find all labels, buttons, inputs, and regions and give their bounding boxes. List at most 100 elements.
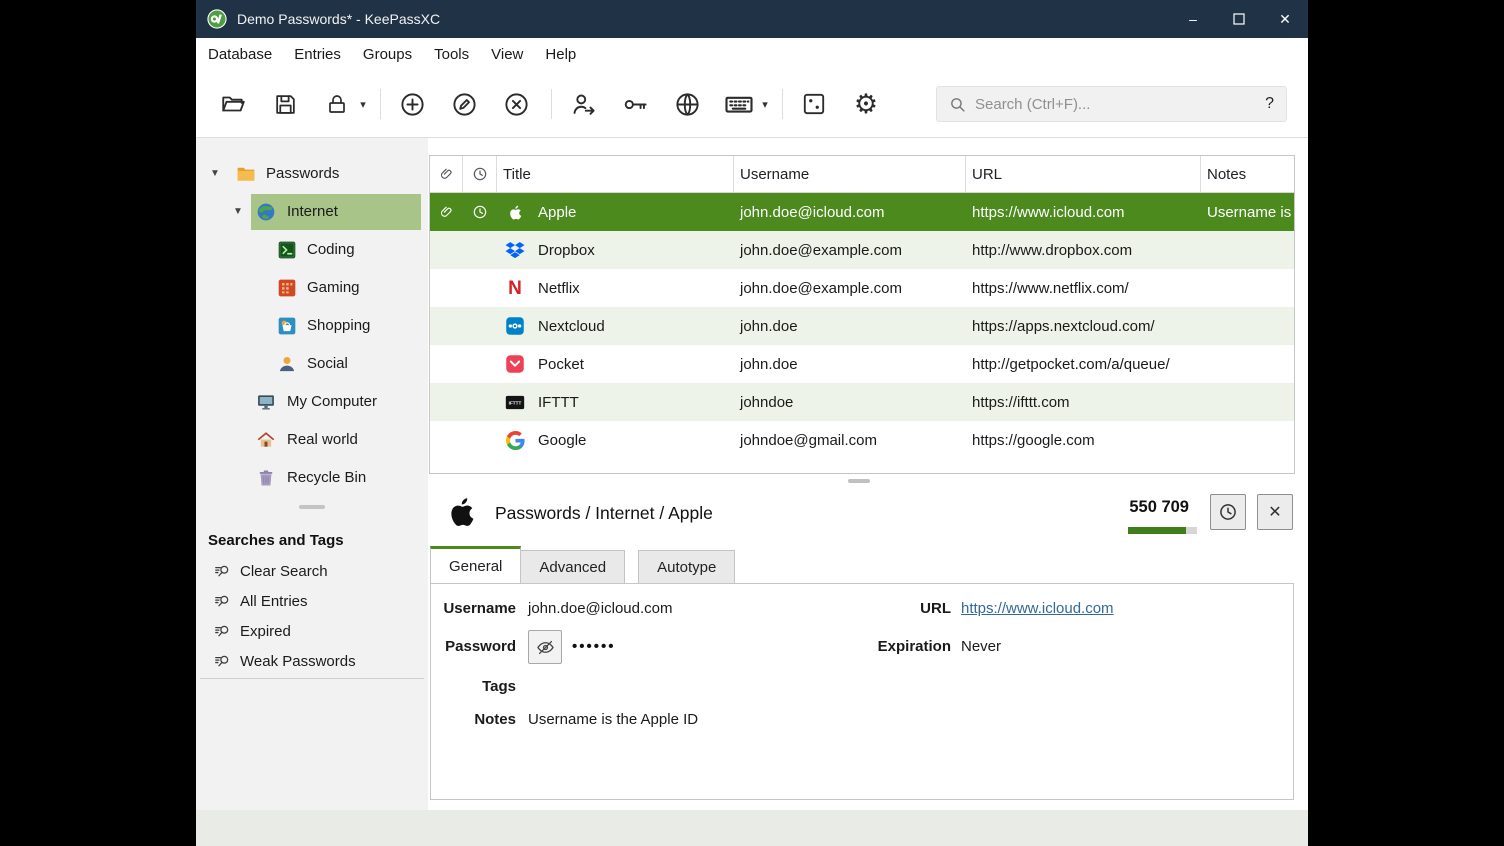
- password-generator-button[interactable]: [795, 84, 833, 124]
- saved-searches-list: Clear Search All Entries Expired Weak Pa…: [196, 557, 428, 677]
- tab-advanced[interactable]: Advanced: [520, 550, 625, 583]
- search-item-all-entries[interactable]: All Entries: [196, 587, 428, 617]
- table-row-ifttt[interactable]: IFTTT IFTTT johndoe https://ifttt.com: [430, 383, 1294, 421]
- add-entry-button[interactable]: [393, 84, 431, 124]
- shopping-icon: [277, 316, 297, 336]
- detail-tabs: General Advanced Autotype: [430, 547, 734, 583]
- menu-view[interactable]: View: [480, 38, 534, 71]
- sidebar-divider: [200, 678, 424, 679]
- panel-splitter-handle[interactable]: [848, 479, 870, 483]
- table-row-netflix[interactable]: N Netflix john.doe@example.com https://w…: [430, 269, 1294, 307]
- help-icon[interactable]: ?: [1265, 95, 1274, 113]
- table-row-pocket[interactable]: Pocket john.doe http://getpocket.com/a/q…: [430, 345, 1294, 383]
- delete-entry-icon: [503, 91, 530, 118]
- window-title: Demo Passwords* - KeePassXC: [237, 11, 440, 27]
- reveal-password-button[interactable]: [528, 630, 562, 664]
- minimize-button[interactable]: –: [1170, 0, 1216, 38]
- copy-password-icon: [622, 91, 649, 118]
- sidebar-item-recycle-bin[interactable]: Recycle Bin: [196, 459, 428, 497]
- tab-general[interactable]: General: [430, 546, 521, 583]
- titlebar: Demo Passwords* - KeePassXC – ✕: [196, 0, 1308, 38]
- url-link[interactable]: https://www.icloud.com: [961, 600, 1114, 617]
- attachment-cell: [430, 193, 463, 231]
- username-cell: johndoe@gmail.com: [734, 421, 966, 459]
- table-row-dropbox[interactable]: Dropbox john.doe@example.com http://www.…: [430, 231, 1294, 269]
- autotype-dropdown[interactable]: ▾: [758, 98, 772, 111]
- username-cell: john.doe@example.com: [734, 231, 966, 269]
- menu-entries[interactable]: Entries: [283, 38, 352, 71]
- search-input[interactable]: [975, 96, 1256, 113]
- open-database-button[interactable]: [214, 84, 252, 124]
- table-row-google[interactable]: Google johndoe@gmail.com https://google.…: [430, 421, 1294, 459]
- menu-groups[interactable]: Groups: [352, 38, 423, 71]
- notes-cell: [1201, 345, 1294, 383]
- lock-icon: [325, 92, 349, 116]
- sidebar-item-coding[interactable]: Coding: [196, 231, 428, 269]
- sidebar-item-my-computer[interactable]: My Computer: [196, 383, 428, 421]
- open-url-button[interactable]: [668, 84, 706, 124]
- url-cell: https://google.com: [966, 421, 1201, 459]
- history-button[interactable]: [1210, 494, 1246, 530]
- menu-database[interactable]: Database: [197, 38, 283, 71]
- header-username[interactable]: Username: [734, 156, 966, 192]
- search-item-clear-search[interactable]: Clear Search: [196, 557, 428, 587]
- table-row-nextcloud[interactable]: Nextcloud john.doe https://apps.nextclou…: [430, 307, 1294, 345]
- header-title[interactable]: Title: [497, 156, 734, 192]
- url-label: URL: [851, 600, 951, 617]
- delete-entry-button[interactable]: [497, 84, 535, 124]
- lock-database-button[interactable]: [318, 84, 356, 124]
- notes-cell: [1201, 421, 1294, 459]
- sidebar-item-gaming[interactable]: Gaming: [196, 269, 428, 307]
- close-button[interactable]: ✕: [1262, 0, 1308, 38]
- username-cell: john.doe@example.com: [734, 269, 966, 307]
- search-item-expired[interactable]: Expired: [196, 617, 428, 647]
- url-cell: http://www.dropbox.com: [966, 231, 1201, 269]
- pocket-icon: [505, 354, 525, 374]
- globe-icon: [674, 91, 701, 118]
- menu-help[interactable]: Help: [534, 38, 587, 71]
- header-expiry[interactable]: [463, 156, 497, 192]
- notes-label: Notes: [431, 711, 516, 728]
- expand-arrow-icon[interactable]: ▼: [210, 155, 220, 193]
- copy-password-button[interactable]: [616, 84, 654, 124]
- header-attachment[interactable]: [430, 156, 463, 192]
- content-area: ▼ Passwords ▼ Internet: [196, 138, 1308, 810]
- expand-arrow-icon[interactable]: ▼: [233, 193, 243, 231]
- password-label: Password: [431, 638, 516, 655]
- sidebar-item-internet[interactable]: ▼ Internet: [196, 193, 428, 231]
- tab-autotype[interactable]: Autotype: [638, 550, 735, 583]
- lock-dropdown[interactable]: ▾: [356, 98, 370, 111]
- notes-cell: [1201, 231, 1294, 269]
- progress-bar: [1128, 527, 1197, 534]
- header-notes[interactable]: Notes: [1201, 156, 1294, 192]
- copy-username-icon: [570, 91, 597, 118]
- entry-table: Title Username URL Notes: [429, 155, 1295, 474]
- edit-entry-button[interactable]: [445, 84, 483, 124]
- toolbar: ▾ ▾: [196, 71, 1308, 138]
- username-cell: john.doe@icloud.com: [734, 193, 966, 231]
- save-database-button[interactable]: [266, 84, 304, 124]
- gear-icon: ⚙: [854, 91, 878, 118]
- sidebar-item-real-world[interactable]: Real world: [196, 421, 428, 459]
- sidebar-item-shopping[interactable]: Shopping: [196, 307, 428, 345]
- autotype-button[interactable]: [720, 84, 758, 124]
- close-preview-button[interactable]: ✕: [1257, 494, 1293, 530]
- person-icon: [277, 354, 297, 374]
- maximize-button[interactable]: [1216, 0, 1262, 38]
- group-tree: ▼ Passwords ▼ Internet: [196, 155, 428, 497]
- url-cell: https://ifttt.com: [966, 383, 1201, 421]
- sidebar-splitter-handle[interactable]: [299, 505, 325, 509]
- expiration-value: Never: [961, 638, 1001, 655]
- settings-button[interactable]: ⚙: [847, 84, 885, 124]
- menubar: Database Entries Groups Tools View Help: [196, 38, 1308, 71]
- entry-preview: Username john.doe@icloud.com URL https:/…: [430, 583, 1294, 800]
- header-url[interactable]: URL: [966, 156, 1201, 192]
- dice-icon: [801, 91, 827, 117]
- table-row-apple[interactable]: Apple john.doe@icloud.com https://www.ic…: [430, 193, 1294, 231]
- sidebar-item-social[interactable]: Social: [196, 345, 428, 383]
- sidebar-item-passwords[interactable]: ▼ Passwords: [196, 155, 428, 193]
- menu-tools[interactable]: Tools: [423, 38, 480, 71]
- copy-username-button[interactable]: [564, 84, 602, 124]
- search-item-weak-passwords[interactable]: Weak Passwords: [196, 647, 428, 677]
- ifttt-icon: IFTTT: [505, 392, 525, 412]
